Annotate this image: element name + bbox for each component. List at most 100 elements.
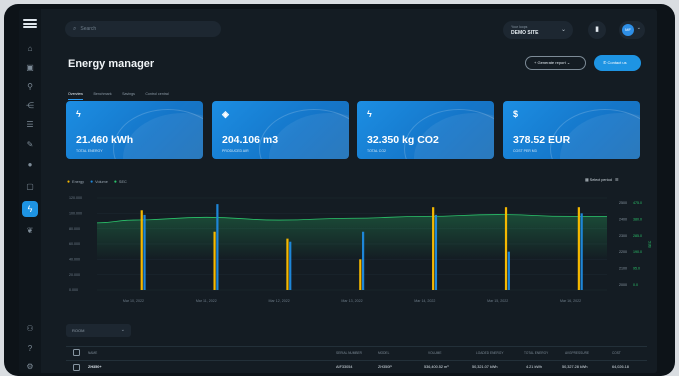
bar-volume[interactable]: [580, 213, 583, 290]
bar-energy[interactable]: [359, 259, 362, 290]
y-tick-label: 60.000: [69, 242, 80, 246]
room-filter-select[interactable]: ROOM ⌄: [66, 324, 131, 337]
col-header[interactable]: VOLUME: [428, 351, 441, 355]
home-icon[interactable]: ⌂: [24, 43, 36, 55]
clipboard-icon[interactable]: ▣: [24, 62, 36, 74]
kpi-card-cost-per-m3: $ 378.52 EUR COST PER M3: [503, 101, 640, 159]
contact-us-label: Contact us: [607, 60, 627, 65]
y-right-tick-label: 2200: [619, 250, 627, 254]
site-selector[interactable]: Your loops DEMO SITE ⌄: [503, 21, 573, 39]
cell-model: ZH350P: [378, 365, 392, 369]
user-menu[interactable]: MF ⌄: [619, 21, 645, 39]
y-tick-label: 80.000: [69, 227, 80, 231]
col-header[interactable]: LOADED ENERGY: [476, 351, 503, 355]
cell-volume: 536,400.52 m³: [424, 365, 449, 369]
bar-volume[interactable]: [216, 204, 219, 290]
select-all-checkbox[interactable]: [73, 349, 80, 356]
search-placeholder: Search: [80, 26, 97, 32]
tab-overview[interactable]: Overview: [68, 90, 83, 100]
cell-serial: AIF33054: [336, 365, 353, 369]
cell-name: ZH350+: [88, 365, 102, 369]
kpi-value: 378.52 EUR: [513, 134, 571, 146]
y-tick-label: 20.000: [69, 273, 80, 277]
chevron-down-icon: ⌄: [560, 27, 566, 33]
x-tick-label: Mar 12, 2022: [269, 299, 290, 303]
list-icon[interactable]: ☰: [24, 119, 36, 131]
help-icon[interactable]: ?: [24, 343, 36, 355]
tab-savings[interactable]: Savings: [122, 90, 135, 100]
bar-volume[interactable]: [289, 241, 292, 290]
bar-energy[interactable]: [286, 238, 289, 290]
filter-value: ROOM: [72, 328, 85, 333]
bar-energy[interactable]: [504, 207, 508, 290]
bar-volume[interactable]: [362, 231, 365, 290]
chart-legend: ● Energy ● Volume ● SEC: [67, 179, 132, 185]
y-tick-label: 0.000: [69, 288, 78, 292]
bar-volume[interactable]: [143, 214, 146, 290]
leaf-icon[interactable]: ❦: [24, 225, 36, 237]
device-icon[interactable]: ▢: [24, 181, 36, 193]
bar-energy[interactable]: [432, 207, 435, 290]
row-checkbox[interactable]: [73, 364, 80, 371]
y-tick-label: 120.000: [69, 196, 82, 200]
legend-item-volume[interactable]: ● Volume: [90, 179, 108, 185]
search-icon: ⌕: [73, 26, 77, 32]
kpi-label: PRODUCED AIR: [222, 149, 249, 153]
y-tick-label: 40.000: [69, 258, 80, 262]
app-logo[interactable]: [23, 19, 37, 28]
plus-icon: +: [534, 60, 537, 65]
table-row[interactable]: ZH350+ AIF33054 ZH350P 536,400.52 m³ 50,…: [66, 360, 647, 373]
y-right-secondary-tick-label: 95.0: [633, 267, 640, 271]
sec-area: [97, 214, 607, 260]
energy-chart: 0.000 20.000 40.000 60.000 80.000 100.000 120.…: [69, 196, 652, 303]
lightning-icon: ϟ: [76, 109, 81, 119]
legend-dot-icon: ●: [90, 179, 94, 185]
x-tick-label: Mar 10, 2022: [123, 299, 144, 303]
settings-icon[interactable]: ⚙: [24, 361, 36, 373]
bar-energy[interactable]: [140, 210, 143, 290]
dollar-icon: $: [513, 109, 519, 119]
col-header[interactable]: MODEL: [378, 351, 389, 355]
tab-benchmark[interactable]: Benchmark: [93, 90, 111, 100]
kpi-value: 32.350 kg CO2: [367, 134, 439, 146]
filter-icon[interactable]: ⚲: [24, 81, 36, 93]
kpi-label: TOTAL CO2: [367, 149, 386, 153]
contact-us-button[interactable]: ✆ Contact us: [594, 55, 641, 71]
bar-energy[interactable]: [577, 207, 580, 290]
cell-avg-pressure: 50,327.28 kWh: [562, 365, 588, 369]
select-period-button[interactable]: ▦ Select period ☰: [585, 177, 618, 182]
energy-nav-icon[interactable]: ϟ: [22, 201, 38, 217]
col-header[interactable]: NAME: [88, 351, 97, 355]
x-tick-label: Mar 14, 2022: [414, 299, 435, 303]
users-icon[interactable]: ⚇: [24, 323, 36, 335]
wrench-icon[interactable]: ✎: [24, 139, 36, 151]
kpi-card-total-co2: ϟ 32.350 kg CO2 TOTAL CO2: [357, 101, 494, 159]
bar-energy[interactable]: [213, 231, 216, 290]
search-input[interactable]: ⌕ Search: [65, 21, 221, 37]
notifications-button[interactable]: ▮: [588, 21, 606, 39]
location-icon[interactable]: ●: [24, 159, 36, 171]
network-icon[interactable]: ⋲: [24, 100, 36, 112]
avatar: MF: [622, 24, 634, 36]
x-tick-label: Mar 13, 2022: [341, 299, 362, 303]
y-right-tick-label: 2400: [619, 217, 627, 221]
bell-icon: ▮: [595, 26, 599, 33]
legend-item-sec[interactable]: ● SEC: [114, 179, 127, 185]
cell-cost: 64,026.18: [612, 365, 629, 369]
menu-icon[interactable]: ☰: [615, 178, 618, 182]
col-header[interactable]: COST: [612, 351, 621, 355]
col-header[interactable]: SERIAL NUMBER: [336, 351, 362, 355]
bar-volume[interactable]: [434, 214, 438, 290]
tab-control-central[interactable]: Control central: [145, 90, 168, 100]
y-right-secondary-tick-label: 0.0: [633, 283, 638, 287]
col-header[interactable]: TOTAL ENERGY: [524, 351, 548, 355]
calendar-icon: ▦: [585, 178, 589, 182]
bar-volume[interactable]: [507, 251, 510, 290]
cell-total-energy: 4.21 kWh: [526, 365, 543, 369]
y-right-tick-label: 2300: [619, 234, 627, 238]
col-header[interactable]: AVGPRESSURE: [565, 351, 589, 355]
y-right-secondary-tick-label: 475.0: [633, 201, 642, 205]
legend-item-energy[interactable]: ● Energy: [67, 179, 84, 185]
y-right-axis-label: SEC: [648, 240, 652, 248]
generate-report-button[interactable]: + Generate report ⌄: [525, 56, 586, 70]
